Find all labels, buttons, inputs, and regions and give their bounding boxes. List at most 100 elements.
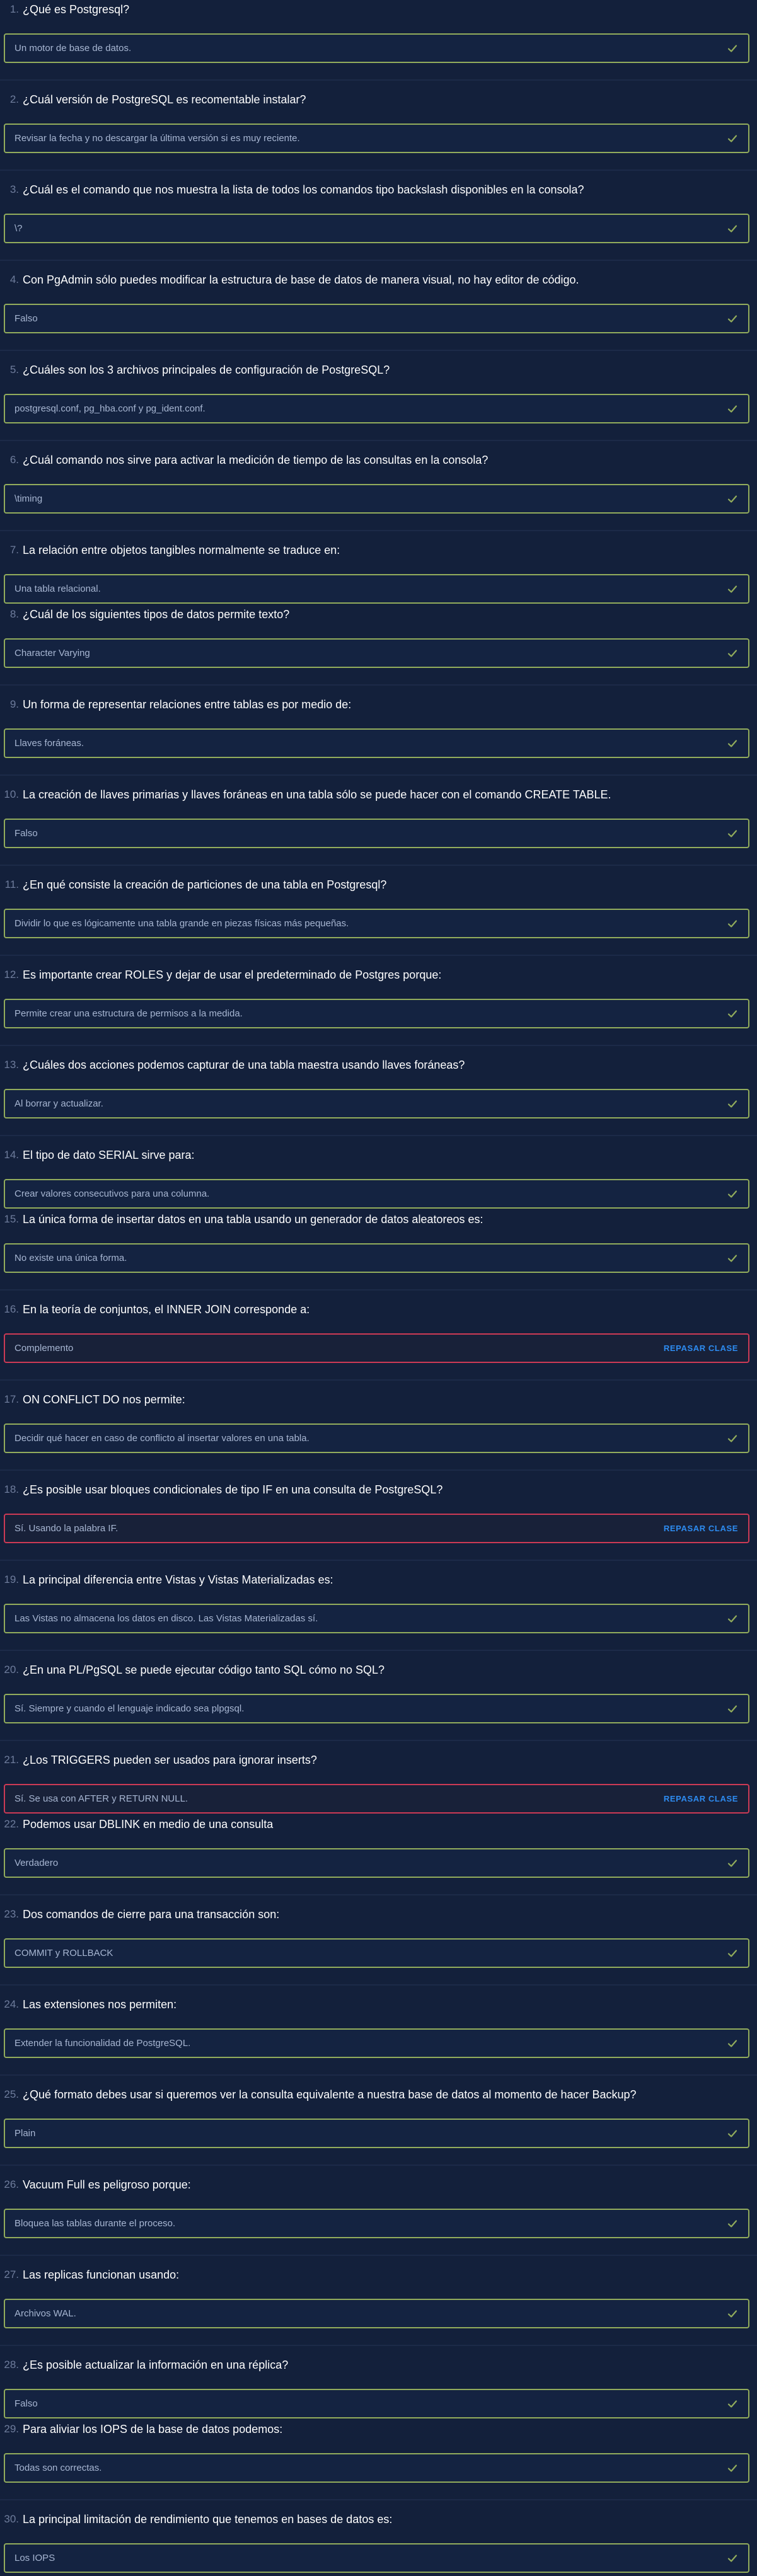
question-text: Es importante crear ROLES y dejar de usa… <box>23 968 442 981</box>
answer-incorrect: Sí. Se usa con AFTER y RETURN NULL. REPAS… <box>4 1784 749 1814</box>
question-text: ¿Cuáles dos acciones podemos capturar de… <box>23 1058 465 1071</box>
answer-text: Las Vistas no almacena los datos en disc… <box>14 1613 318 1624</box>
question-text: ¿En qué consiste la creación de particio… <box>23 878 387 891</box>
check-icon <box>727 2553 738 2564</box>
question-text: ¿Cuál es el comando que nos muestra la l… <box>23 183 584 196</box>
answer-correct: \timing <box>4 484 749 514</box>
divider <box>0 1984 757 1986</box>
divider <box>0 774 757 776</box>
answer-correct: COMMIT y ROLLBACK <box>4 1938 749 1968</box>
question-header: 4. Con PgAdmin sólo puedes modificar la e… <box>0 272 579 288</box>
answer-text: \? <box>14 223 23 234</box>
divider <box>0 684 757 686</box>
question-item: 11. ¿En qué consiste la creación de parti… <box>0 877 757 967</box>
answer-correct: Dividir lo que es lógicamente una tabla … <box>4 909 749 938</box>
question-header: 21. ¿Los TRIGGERS pueden ser usados para … <box>0 1752 317 1768</box>
question-number: 8. <box>9 608 19 620</box>
question-header: 29. Para aliviar los IOPS de la base de d… <box>0 2421 282 2437</box>
question-header: 15. La única forma de insertar datos en u… <box>0 1211 483 1228</box>
divider <box>0 350 757 351</box>
question-header: 20. ¿En una PL/PgSQL se puede ejecutar có… <box>0 1662 384 1678</box>
question-header: 24. Las extensiones nos permiten: <box>0 1996 176 2013</box>
question-item: 21. ¿Los TRIGGERS pueden ser usados para … <box>0 1752 757 1816</box>
question-text: La creación de llaves primarias y llaves… <box>23 788 611 801</box>
question-item: 5. ¿Cuáles son los 3 archivos principales… <box>0 362 757 452</box>
question-text: ¿Los TRIGGERS pueden ser usados para ign… <box>23 1753 317 1766</box>
question-number: 11. <box>4 878 19 890</box>
question-number: 28. <box>4 2359 19 2371</box>
answer-text: Archivos WAL. <box>14 2308 76 2319</box>
question-text: Las replicas funcionan usando: <box>23 2268 180 2281</box>
question-item: 10. La creación de llaves primarias y lla… <box>0 786 757 877</box>
answer-text: Character Varying <box>14 648 90 658</box>
check-icon <box>727 2398 738 2410</box>
question-text: ¿Cuál versión de PostgreSQL es recomenta… <box>23 93 306 106</box>
answer-incorrect: Complemento REPASAR CLASE <box>4 1333 749 1363</box>
answer-correct: Al borrar y actualizar. <box>4 1089 749 1118</box>
answer-text: postgresql.conf, pg_hba.conf y pg_ident.… <box>14 403 205 414</box>
check-icon <box>727 1008 738 1020</box>
question-number: 14. <box>4 1149 19 1161</box>
question-item: 29. Para aliviar los IOPS de la base de d… <box>0 2421 757 2511</box>
question-text: ¿Es posible actualizar la información en… <box>23 2358 289 2371</box>
divider <box>0 2074 757 2076</box>
answer-text: Una tabla relacional. <box>14 584 101 594</box>
question-text: En la teoría de conjuntos, el INNER JOIN… <box>23 1302 310 1316</box>
question-header: 6. ¿Cuál comando nos sirve para activar l… <box>0 452 488 468</box>
question-header: 14. El tipo de dato SERIAL sirve para: <box>0 1147 194 1163</box>
answer-correct: Falso <box>4 819 749 848</box>
check-icon <box>727 2218 738 2229</box>
question-header: 12. Es importante crear ROLES y dejar de … <box>0 967 441 983</box>
question-text: La única forma de insertar datos en una … <box>23 1212 483 1226</box>
question-number: 21. <box>4 1754 19 1766</box>
question-item: 23. Dos comandos de cierre para una trans… <box>0 1906 757 1996</box>
answer-correct: Una tabla relacional. <box>4 574 749 604</box>
question-item: 14. El tipo de dato SERIAL sirve para: Cre… <box>0 1147 757 1211</box>
answer-text: Bloquea las tablas durante el proceso. <box>14 2218 176 2229</box>
divider <box>0 2165 757 2166</box>
question-item: 16. En la teoría de conjuntos, el INNER J… <box>0 1301 757 1391</box>
divider <box>0 1289 757 1291</box>
review-class-button[interactable]: REPASAR CLASE <box>664 1343 738 1353</box>
question-text: Las extensiones nos permiten: <box>23 1998 177 2011</box>
check-icon <box>727 493 738 505</box>
divider <box>0 1379 757 1381</box>
answer-correct: Falso <box>4 2389 749 2418</box>
question-item: 15. La única forma de insertar datos en u… <box>0 1211 757 1301</box>
question-header: 1. ¿Qué es Postgresql? <box>0 1 129 18</box>
question-text: La relación entre objetos tangibles norm… <box>23 543 340 556</box>
divider <box>0 1469 757 1471</box>
question-number: 26. <box>4 2178 19 2190</box>
question-item: 17. ON CONFLICT DO nos permite: Decidir qu… <box>0 1391 757 1481</box>
question-header: 3. ¿Cuál es el comando que nos muestra la… <box>0 181 584 198</box>
divider <box>0 1045 757 1046</box>
question-text: Podemos usar DBLINK en medio de una cons… <box>23 1817 274 1831</box>
question-item: 3. ¿Cuál es el comando que nos muestra la… <box>0 181 757 272</box>
review-class-button[interactable]: REPASAR CLASE <box>664 1794 738 1803</box>
divider <box>0 1894 757 1895</box>
answer-correct: Bloquea las tablas durante el proceso. <box>4 2209 749 2238</box>
answer-correct: Sí. Siempre y cuando el lenguaje indicad… <box>4 1694 749 1723</box>
answer-correct: Un motor de base de datos. <box>4 33 749 63</box>
answer-text: Llaves foráneas. <box>14 738 84 749</box>
check-icon <box>727 1433 738 1444</box>
question-text: ¿Cuál comando nos sirve para activar la … <box>23 453 488 466</box>
question-text: La principal limitación de rendimiento q… <box>23 2512 393 2526</box>
check-icon <box>727 2308 738 2320</box>
divider <box>0 1740 757 1741</box>
question-header: 26. Vacuum Full es peligroso porque: <box>0 2176 190 2193</box>
divider <box>0 2255 757 2256</box>
question-item: 25. ¿Qué formato debes usar si queremos v… <box>0 2086 757 2176</box>
question-number: 18. <box>4 1483 19 1495</box>
divider <box>0 79 757 81</box>
question-number: 5. <box>9 364 19 376</box>
question-number: 3. <box>9 183 19 195</box>
answer-text: \timing <box>14 493 43 504</box>
question-header: 25. ¿Qué formato debes usar si queremos v… <box>0 2086 636 2103</box>
question-number: 13. <box>4 1059 19 1071</box>
divider <box>0 170 757 171</box>
check-icon <box>727 2128 738 2139</box>
review-class-button[interactable]: REPASAR CLASE <box>664 1524 738 1533</box>
question-item: 19. La principal diferencia entre Vistas … <box>0 1572 757 1662</box>
question-header: 18. ¿Es posible usar bloques condicionale… <box>0 1481 442 1498</box>
